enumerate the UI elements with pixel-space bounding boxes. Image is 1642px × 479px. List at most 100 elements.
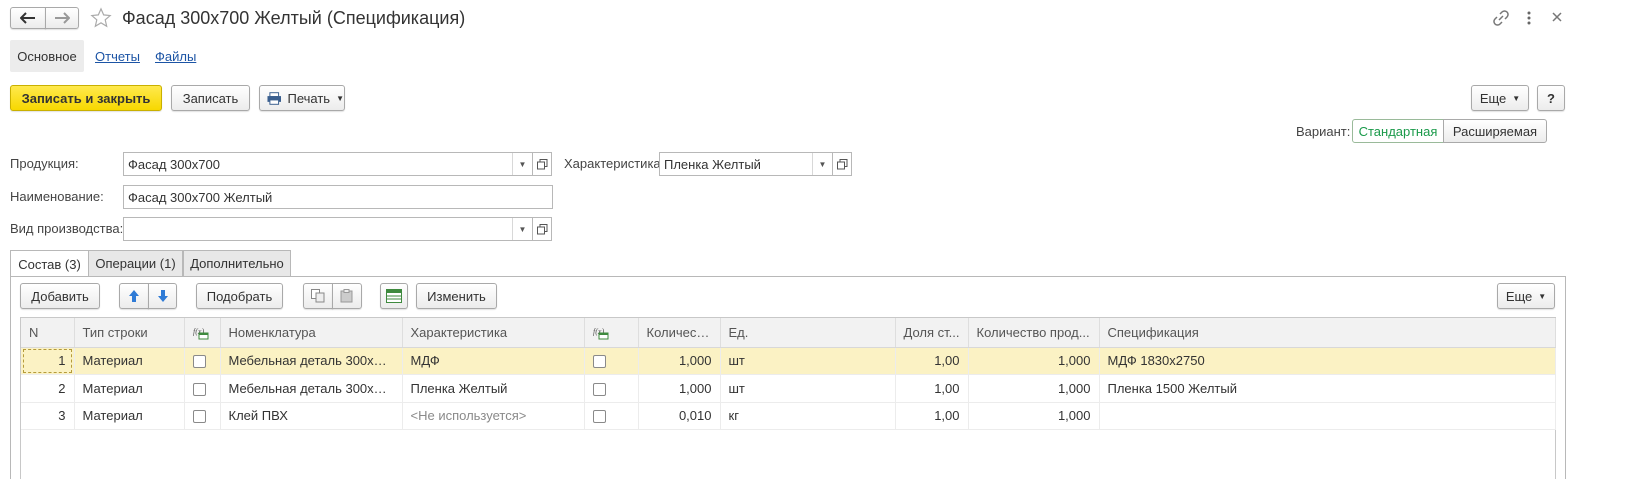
cell-product-quantity[interactable]: 1,000 xyxy=(968,402,1100,430)
arrow-down-icon xyxy=(157,290,168,302)
cell-nomenclature[interactable]: Клей ПВХ xyxy=(220,402,403,430)
favorite-star[interactable] xyxy=(90,7,112,32)
cell-n[interactable]: 3 xyxy=(21,402,75,430)
product-open-button[interactable] xyxy=(532,152,552,176)
col-product-quantity[interactable]: Количество прод... xyxy=(968,318,1100,348)
paste-rows-button[interactable] xyxy=(332,283,362,309)
open-window-icon xyxy=(536,223,547,234)
chevron-down-icon[interactable]: ▼ xyxy=(512,153,532,175)
characteristic-label: Характеристика: xyxy=(564,156,665,171)
cell-product-quantity[interactable]: 1,000 xyxy=(968,347,1100,375)
cell-row-type[interactable]: Материал xyxy=(74,347,185,375)
col-n[interactable]: N xyxy=(21,318,75,348)
cell-characteristic[interactable]: Пленка Желтый xyxy=(402,374,585,403)
cell-checkbox-1[interactable] xyxy=(184,347,221,375)
cell-checkbox-1[interactable] xyxy=(184,374,221,403)
change-button[interactable]: Изменить xyxy=(416,283,497,309)
nav-item-reports[interactable]: Отчеты xyxy=(95,49,140,64)
cell-checkbox-2[interactable] xyxy=(584,347,639,375)
cell-nomenclature[interactable]: Мебельная деталь 300х700 xyxy=(220,374,403,403)
cell-specification[interactable]: Пленка 1500 Желтый xyxy=(1099,374,1556,403)
nav-item-files[interactable]: Файлы xyxy=(155,49,196,64)
table-settings-button[interactable] xyxy=(380,283,408,309)
cell-share[interactable]: 1,00 xyxy=(895,402,969,430)
checkbox[interactable] xyxy=(192,355,206,369)
more-button[interactable]: Еще ▼ xyxy=(1471,85,1529,111)
cell-quantity[interactable]: 0,010 xyxy=(638,402,721,430)
cell-characteristic[interactable]: МДФ xyxy=(402,347,585,375)
tab-operations[interactable]: Операции (1) xyxy=(88,250,183,276)
table-row[interactable]: 1 Материал Мебельная деталь 300х700 МДФ … xyxy=(21,347,1556,375)
move-down-button[interactable] xyxy=(148,283,177,309)
cell-unit[interactable]: шт xyxy=(720,347,896,375)
product-field[interactable]: Фасад 300х700 ▼ xyxy=(123,152,533,176)
chevron-down-icon[interactable]: ▼ xyxy=(812,153,832,175)
save-and-close-button[interactable]: Записать и закрыть xyxy=(10,85,162,111)
cell-quantity[interactable]: 1,000 xyxy=(638,374,721,403)
characteristic-open-button[interactable] xyxy=(832,152,852,176)
cell-row-type[interactable]: Материал xyxy=(74,402,185,430)
table-row[interactable]: 2 Материал Мебельная деталь 300х700 Плен… xyxy=(21,374,1556,403)
printer-icon xyxy=(267,91,282,105)
more-actions[interactable] xyxy=(1524,9,1534,30)
forward-button[interactable] xyxy=(45,7,79,29)
checkbox[interactable] xyxy=(192,410,206,424)
col-formula-1[interactable]: f(x) xyxy=(184,318,221,348)
characteristic-value: Пленка Желтый xyxy=(664,156,761,172)
variant-standard[interactable]: Стандартная xyxy=(1352,119,1444,143)
cell-specification[interactable]: МДФ 1830х2750 xyxy=(1099,347,1556,375)
col-share[interactable]: Доля ст... xyxy=(895,318,969,348)
close-icon xyxy=(1552,12,1562,22)
pick-button[interactable]: Подобрать xyxy=(196,283,283,309)
close-button[interactable] xyxy=(1550,10,1564,27)
cell-checkbox-2[interactable] xyxy=(584,374,639,403)
tab-composition[interactable]: Состав (3) xyxy=(10,250,89,277)
cell-share[interactable]: 1,00 xyxy=(895,374,969,403)
table-header: N Тип строки f(x) Номенклатура Характери… xyxy=(21,318,1556,348)
add-row-button[interactable]: Добавить xyxy=(20,283,100,309)
table-row[interactable]: 3 Материал Клей ПВХ <Не используется> 0,… xyxy=(21,402,1556,430)
cell-specification[interactable] xyxy=(1099,402,1556,430)
checkbox[interactable] xyxy=(592,382,606,396)
col-quantity[interactable]: Количество xyxy=(638,318,721,348)
characteristic-field[interactable]: Пленка Желтый ▼ xyxy=(659,152,833,176)
cell-n[interactable]: 2 xyxy=(21,374,75,403)
tab-additional[interactable]: Дополнительно xyxy=(183,250,291,276)
col-unit[interactable]: Ед. xyxy=(720,318,896,348)
product-value: Фасад 300х700 xyxy=(128,156,220,172)
production-type-open-button[interactable] xyxy=(532,217,552,241)
cell-checkbox-2[interactable] xyxy=(584,402,639,430)
col-nomenclature[interactable]: Номенклатура xyxy=(220,318,403,348)
cell-share[interactable]: 1,00 xyxy=(895,347,969,375)
checkbox[interactable] xyxy=(592,355,606,369)
name-field[interactable]: Фасад 300х700 Желтый xyxy=(123,185,553,209)
cell-n[interactable]: 1 xyxy=(21,347,75,375)
cell-quantity[interactable]: 1,000 xyxy=(638,347,721,375)
cell-row-type[interactable]: Материал xyxy=(74,374,185,403)
move-up-button[interactable] xyxy=(119,283,149,309)
col-characteristic[interactable]: Характеристика xyxy=(402,318,585,348)
variant-extended[interactable]: Расширяемая xyxy=(1443,119,1547,143)
checkbox[interactable] xyxy=(592,410,606,424)
print-button[interactable]: Печать ▼ xyxy=(259,85,345,111)
copy-rows-button[interactable] xyxy=(303,283,333,309)
cell-unit[interactable]: кг xyxy=(720,402,896,430)
back-button[interactable] xyxy=(10,7,46,29)
nav-item-main[interactable]: Основное xyxy=(10,40,84,72)
cell-checkbox-1[interactable] xyxy=(184,402,221,430)
help-button[interactable]: ? xyxy=(1537,85,1565,111)
col-row-type[interactable]: Тип строки xyxy=(74,318,185,348)
chevron-down-icon[interactable]: ▼ xyxy=(512,218,532,240)
copy-link[interactable] xyxy=(1492,9,1510,30)
col-specification[interactable]: Спецификация xyxy=(1099,318,1556,348)
col-formula-2[interactable]: f(x) xyxy=(584,318,639,348)
cell-characteristic[interactable]: <Не используется> xyxy=(402,402,585,430)
cell-product-quantity[interactable]: 1,000 xyxy=(968,374,1100,403)
checkbox[interactable] xyxy=(192,382,206,396)
save-button[interactable]: Записать xyxy=(171,85,250,111)
production-type-field[interactable]: ▼ xyxy=(123,217,533,241)
cell-nomenclature[interactable]: Мебельная деталь 300х700 xyxy=(220,347,403,375)
copy-icon xyxy=(311,289,325,303)
table-more-button[interactable]: Еще ▼ xyxy=(1497,283,1555,309)
cell-unit[interactable]: шт xyxy=(720,374,896,403)
